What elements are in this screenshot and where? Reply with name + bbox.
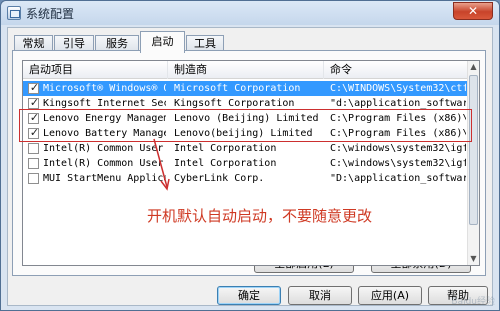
tab-startup[interactable]: 启动 bbox=[140, 31, 185, 53]
table-row[interactable]: ✓Lenovo Energy Managem... Lenovo (Beijing… bbox=[23, 111, 468, 126]
row-checkbox[interactable]: ✓ bbox=[28, 126, 40, 139]
cancel-button[interactable]: 取消 bbox=[288, 286, 352, 305]
row-checkbox[interactable] bbox=[28, 158, 39, 169]
table-row[interactable]: MUI StartMenu Applica... CyberLink Corp. "… bbox=[23, 171, 468, 186]
cell-item: Microsoft® Windows® O... bbox=[43, 83, 166, 94]
cell-item: Lenovo Energy Managem... bbox=[43, 113, 166, 124]
cell-command: C:\Program Files (x86)\Len... bbox=[330, 128, 466, 139]
checkmark-icon: ✓ bbox=[29, 81, 40, 94]
annotation-arrow-icon bbox=[153, 138, 170, 191]
window-title: 系统配置 bbox=[26, 7, 75, 21]
close-icon: ✕ bbox=[467, 4, 479, 18]
checkmark-icon: ✓ bbox=[29, 111, 40, 124]
table-row[interactable]: ✓Microsoft® Windows® O... Microsoft Corpo… bbox=[23, 81, 468, 96]
cell-command: C:\Program Files (x86)\Len... bbox=[330, 113, 466, 124]
watermark: Baidu经验 bbox=[451, 297, 495, 307]
cell-command: "d:\application_software\... bbox=[330, 98, 466, 109]
cell-item: Kingsoft Internet Sec... bbox=[43, 98, 166, 109]
cell-command: C:\windows\system32\igfxpe... bbox=[330, 158, 466, 169]
cell-maker: Microsoft Corporation bbox=[174, 83, 301, 94]
cell-maker: Intel Corporation bbox=[174, 158, 277, 169]
table-row[interactable]: ✓Kingsoft Internet Sec... Kingsoft Corpor… bbox=[23, 96, 468, 111]
row-checkbox[interactable]: ✓ bbox=[28, 96, 40, 109]
scroll-up-icon[interactable]: ▲ bbox=[468, 61, 479, 73]
ok-button[interactable]: 确定 bbox=[217, 286, 281, 305]
row-checkbox[interactable] bbox=[28, 173, 39, 184]
system-config-window: 系统配置 ✕ 常规 引导 服务 启动 工具 全部启用(E) 全部禁用(D) 确定… bbox=[0, 0, 500, 311]
cell-item: Lenovo Battery Manage... bbox=[43, 128, 166, 139]
apply-button[interactable]: 应用(A) bbox=[358, 286, 422, 305]
scroll-thumb[interactable] bbox=[469, 75, 478, 225]
row-checkbox[interactable]: ✓ bbox=[28, 111, 40, 124]
cell-maker: Kingsoft Corporation bbox=[174, 98, 295, 109]
cell-command: C:\WINDOWS\System32\ctfmon... bbox=[330, 83, 466, 94]
cell-item: Intel(R) Common User ... bbox=[43, 143, 166, 154]
checkmark-icon: ✓ bbox=[29, 96, 40, 109]
annotation-text: 开机默认自动启动，不要随意更改 bbox=[147, 207, 373, 225]
cell-maker: Lenovo (Beijing) Limited bbox=[174, 113, 319, 124]
startup-list[interactable]: 启动项目 制造商 命令 ✓Microsoft® Windows® O...Mic… bbox=[22, 60, 480, 266]
column-header-command[interactable]: 命令 bbox=[324, 61, 468, 79]
table-row[interactable]: Intel(R) Common User ... Intel Corporatio… bbox=[23, 141, 468, 156]
cell-maker: CyberLink Corp. bbox=[174, 173, 265, 184]
cell-maker: Intel Corporation bbox=[174, 143, 277, 154]
column-header-maker[interactable]: 制造商 bbox=[168, 61, 324, 79]
vertical-scrollbar[interactable]: ▲ ▼ bbox=[467, 61, 479, 265]
column-header-item[interactable]: 启动项目 bbox=[23, 61, 168, 79]
title-bar: 系统配置 ✕ bbox=[1, 1, 499, 25]
cell-maker: Lenovo(beijing) Limited bbox=[174, 128, 313, 139]
cell-item: MUI StartMenu Applica... bbox=[43, 173, 166, 184]
list-header: 启动项目 制造商 命令 bbox=[23, 61, 468, 79]
scroll-down-icon[interactable]: ▼ bbox=[468, 253, 479, 265]
table-row[interactable]: Intel(R) Common User ... Intel Corporatio… bbox=[23, 156, 468, 171]
row-checkbox[interactable]: ✓ bbox=[28, 81, 40, 94]
cell-item: Intel(R) Common User ... bbox=[43, 158, 166, 169]
checkmark-icon: ✓ bbox=[29, 126, 40, 139]
cell-command: C:\windows\system32\igfxtr... bbox=[330, 143, 466, 154]
table-row[interactable]: ✓Lenovo Battery Manage... Lenovo(beijing)… bbox=[23, 126, 468, 141]
app-icon bbox=[7, 6, 21, 20]
close-button[interactable]: ✕ bbox=[453, 2, 493, 20]
row-checkbox[interactable] bbox=[28, 143, 39, 154]
cell-command: "D:\application_software\... bbox=[330, 173, 466, 184]
